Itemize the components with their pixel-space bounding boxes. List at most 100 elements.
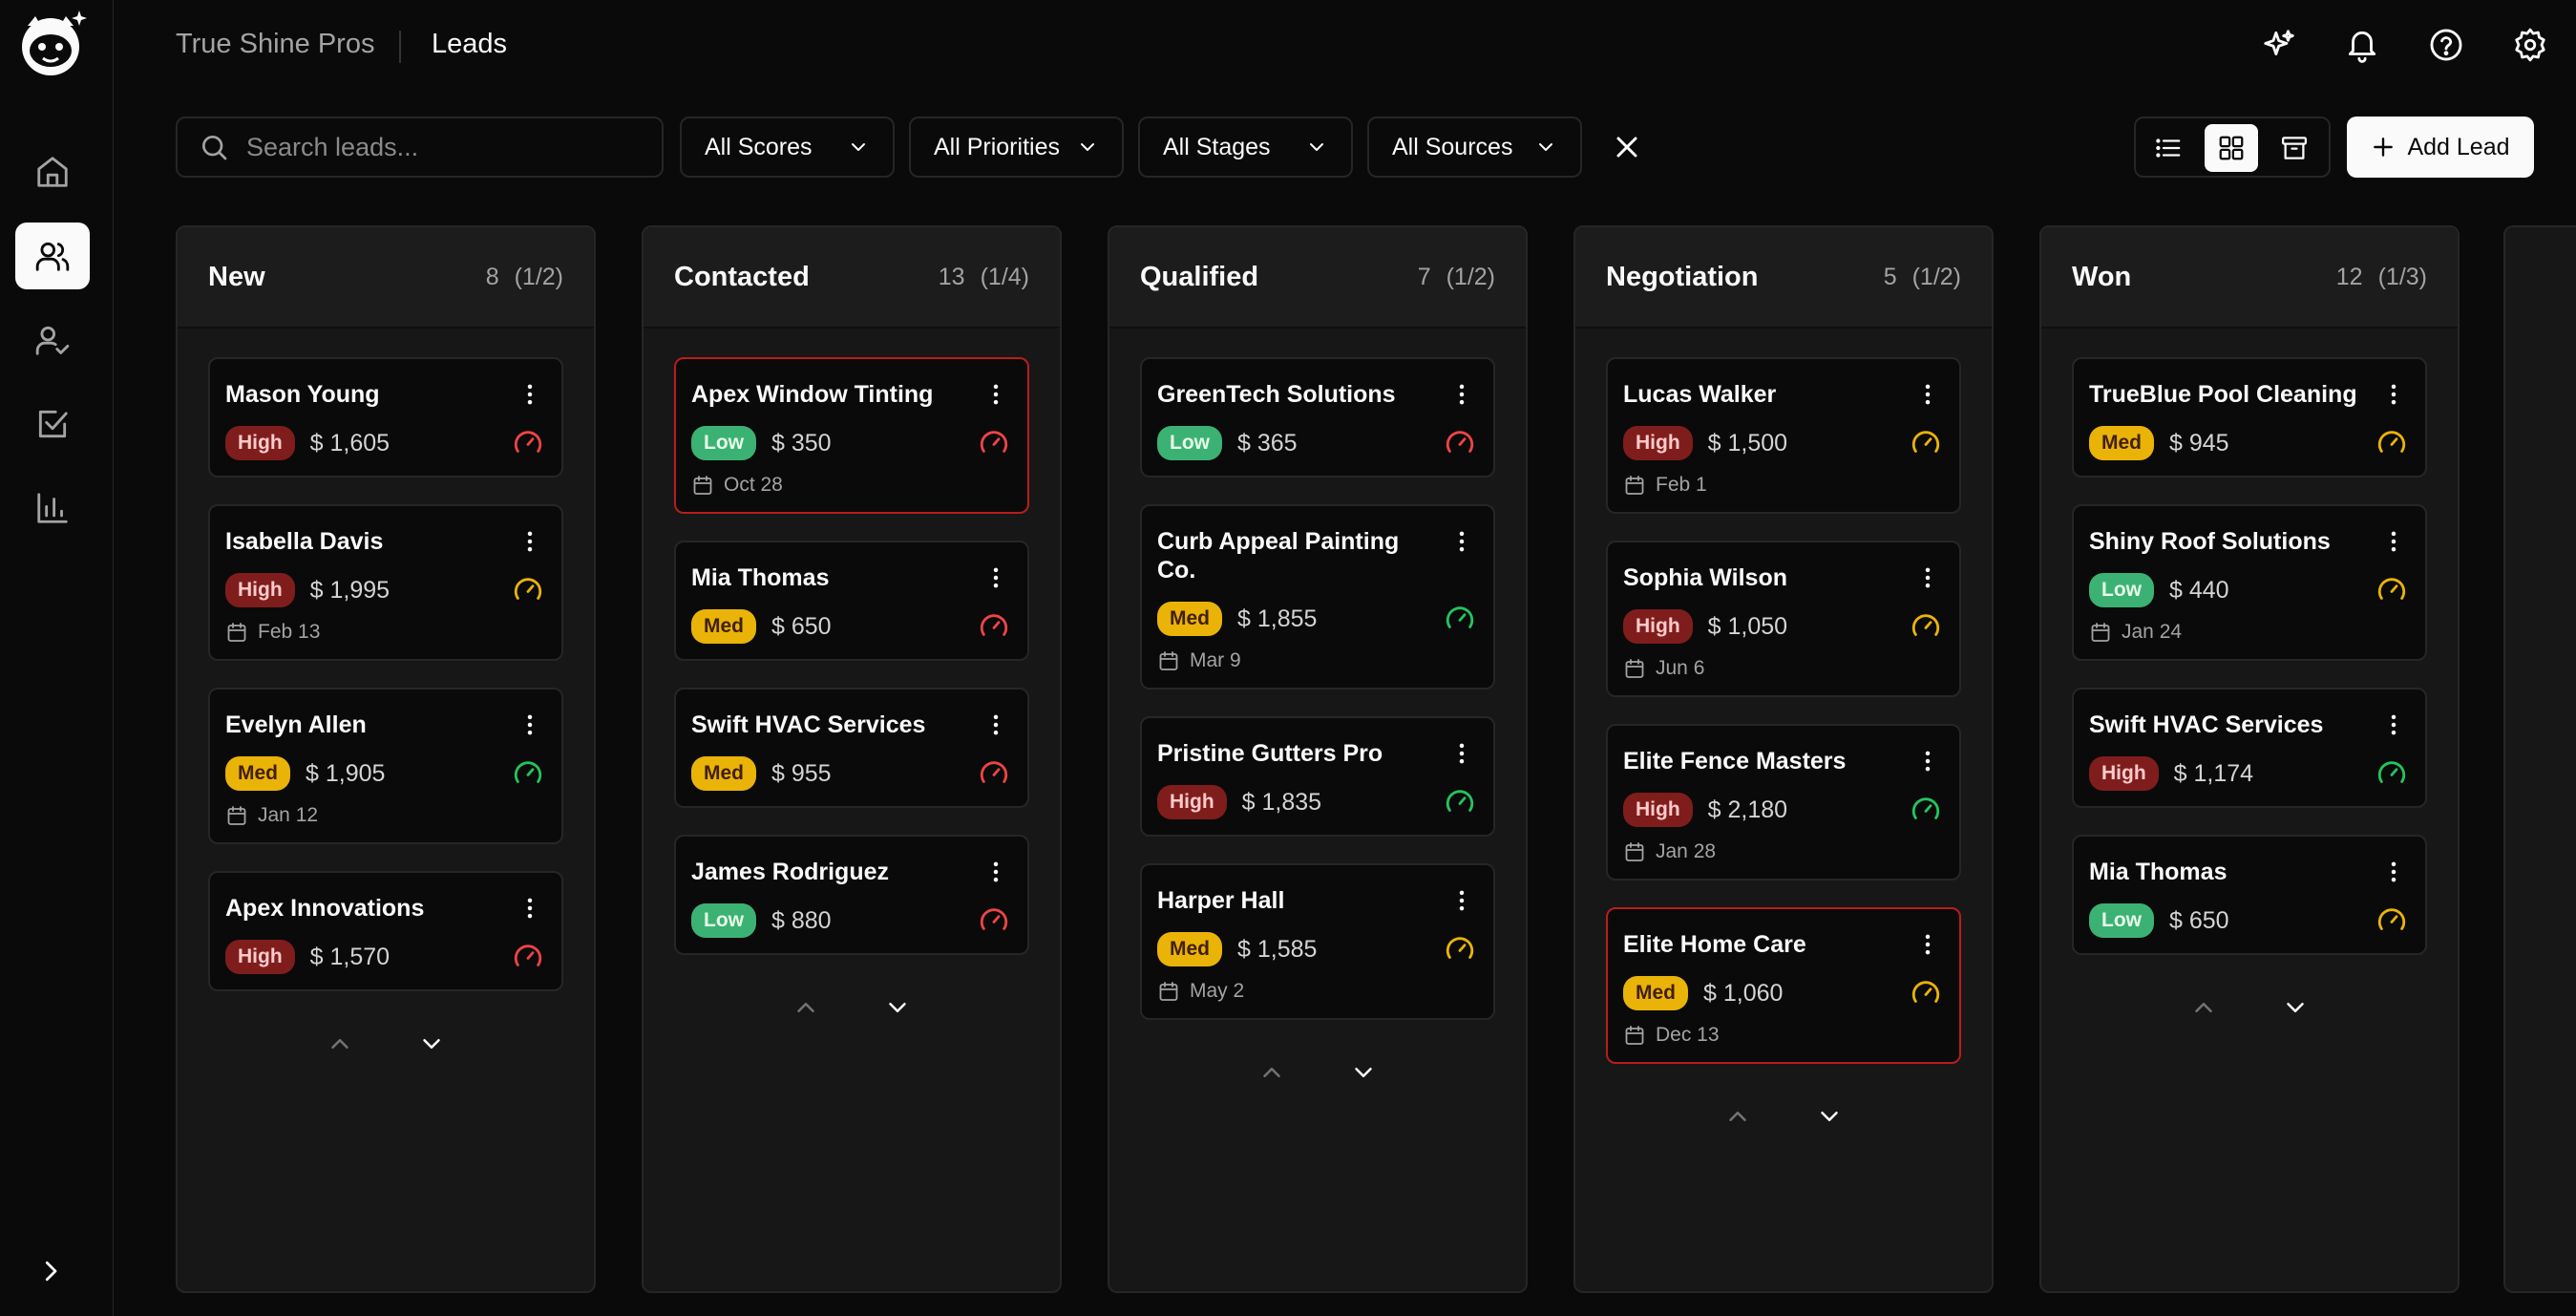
chevron-right-icon[interactable] xyxy=(36,1257,65,1285)
filter-stages[interactable]: All Stages xyxy=(1138,117,1353,178)
more-options-icon[interactable] xyxy=(982,858,1010,886)
more-options-icon[interactable] xyxy=(516,894,544,923)
help-icon[interactable] xyxy=(2428,27,2464,63)
lead-name: Mia Thomas xyxy=(691,564,830,591)
lead-card[interactable]: Pristine Gutters Pro High $ 1,835 xyxy=(1140,716,1495,837)
more-options-icon[interactable] xyxy=(1447,739,1476,768)
lead-card[interactable]: Swift HVAC Services Med $ 955 xyxy=(674,688,1029,808)
chevron-down-icon xyxy=(889,1003,906,1012)
page-up-button[interactable] xyxy=(1723,1102,1752,1136)
lead-date: Jun 6 xyxy=(1623,657,1942,680)
more-options-icon[interactable] xyxy=(2379,527,2408,556)
settings-gear-icon[interactable] xyxy=(2512,27,2548,63)
nav-reports[interactable] xyxy=(15,475,90,541)
lead-card[interactable]: Elite Fence Masters High $ 2,180 Jan 28 xyxy=(1606,724,1961,881)
lead-value: $ 1,585 xyxy=(1237,935,1318,963)
calendar-icon xyxy=(693,476,712,495)
filter-sources[interactable]: All Sources xyxy=(1367,117,1582,178)
nav-contacts[interactable] xyxy=(15,307,90,373)
list-view-button[interactable] xyxy=(2142,124,2195,172)
lead-card[interactable]: Harper Hall Med $ 1,585 May 2 xyxy=(1140,863,1495,1020)
more-options-icon[interactable] xyxy=(1447,527,1476,556)
more-options-icon[interactable] xyxy=(2379,711,2408,739)
nav-tasks[interactable] xyxy=(15,391,90,457)
lead-card[interactable]: Sophia Wilson High $ 1,050 Jun 6 xyxy=(1606,541,1961,697)
calendar-icon xyxy=(1625,1026,1644,1045)
page-up-button[interactable] xyxy=(326,1029,354,1063)
lead-date: May 2 xyxy=(1157,980,1476,1003)
filter-scores[interactable]: All Scores xyxy=(680,117,895,178)
score-gauge-icon xyxy=(1446,606,1474,628)
chevron-up-icon xyxy=(1263,1068,1280,1077)
lead-card[interactable]: James Rodriguez Low $ 880 xyxy=(674,835,1029,955)
lead-card[interactable]: Mason Young High $ 1,605 xyxy=(208,357,563,478)
app-logo[interactable] xyxy=(14,5,91,81)
org-name[interactable]: True Shine Pros xyxy=(176,29,374,60)
page-down-button[interactable] xyxy=(1815,1102,1844,1136)
chevron-down-icon xyxy=(1355,1068,1372,1077)
more-options-icon[interactable] xyxy=(516,527,544,556)
more-options-icon[interactable] xyxy=(982,563,1010,592)
more-options-icon[interactable] xyxy=(1913,747,1942,775)
filter-priorities[interactable]: All Priorities xyxy=(909,117,1124,178)
more-options-icon[interactable] xyxy=(516,711,544,739)
lead-card[interactable]: Swift HVAC Services High $ 1,174 xyxy=(2072,688,2427,808)
lead-date: Feb 13 xyxy=(225,621,544,644)
lead-count: 12 xyxy=(2335,263,2363,290)
column-count: 13 (1/4) xyxy=(939,264,1029,291)
score-gauge-icon xyxy=(2377,908,2406,930)
lead-card[interactable]: Isabella Davis High $ 1,995 Feb 13 xyxy=(208,504,563,661)
more-options-icon[interactable] xyxy=(982,711,1010,739)
search-box[interactable] xyxy=(176,117,664,178)
bell-icon[interactable] xyxy=(2344,27,2380,63)
more-options-icon[interactable] xyxy=(2379,380,2408,409)
archive-view-button[interactable] xyxy=(2268,124,2321,172)
lead-card[interactable]: Apex Window Tinting Low $ 350 Oct 28 xyxy=(674,357,1029,514)
more-options-icon[interactable] xyxy=(1913,930,1942,959)
page-indicator: (1/2) xyxy=(1911,263,1961,290)
lead-card[interactable]: Mia Thomas Low $ 650 xyxy=(2072,835,2427,955)
page-indicator: (1/2) xyxy=(1446,263,1495,290)
more-options-icon[interactable] xyxy=(1447,886,1476,915)
lead-card[interactable]: Lucas Walker High $ 1,500 Feb 1 xyxy=(1606,357,1961,514)
lead-card[interactable]: TrueBlue Pool Cleaning Med $ 945 xyxy=(2072,357,2427,478)
page-up-button[interactable] xyxy=(1257,1058,1286,1092)
nav-home[interactable] xyxy=(15,138,90,205)
page-indicator: (1/3) xyxy=(2377,263,2427,290)
page-down-button[interactable] xyxy=(883,993,912,1027)
page-up-button[interactable] xyxy=(792,993,820,1027)
more-options-icon[interactable] xyxy=(982,380,1010,409)
more-options-icon[interactable] xyxy=(1913,380,1942,409)
page-down-button[interactable] xyxy=(2281,993,2310,1027)
lead-name: Evelyn Allen xyxy=(225,711,367,738)
priority-badge: High xyxy=(225,573,295,607)
clear-filters-close-icon[interactable] xyxy=(1610,130,1644,164)
lead-name: Mason Young xyxy=(225,381,380,408)
lead-card[interactable]: GreenTech Solutions Low $ 365 xyxy=(1140,357,1495,478)
more-options-icon[interactable] xyxy=(2379,858,2408,886)
lead-name: Curb Appeal Painting Co. xyxy=(1157,528,1400,584)
lead-card[interactable]: Mia Thomas Med $ 650 xyxy=(674,541,1029,661)
nav-leads[interactable] xyxy=(15,223,90,289)
page-down-button[interactable] xyxy=(1349,1058,1378,1092)
score-gauge-icon xyxy=(2377,578,2406,600)
lead-card[interactable]: Apex Innovations High $ 1,570 xyxy=(208,871,563,991)
board-view-button[interactable] xyxy=(2205,124,2258,172)
lead-card[interactable]: Elite Home Care Med $ 1,060 Dec 13 xyxy=(1606,907,1961,1064)
more-options-icon[interactable] xyxy=(1913,563,1942,592)
lead-card[interactable]: Curb Appeal Painting Co. Med $ 1,855 Mar… xyxy=(1140,504,1495,690)
chevron-down-icon xyxy=(423,1039,440,1049)
page-down-button[interactable] xyxy=(417,1029,446,1063)
chevron-down-icon xyxy=(852,143,865,151)
breadcrumb-separator xyxy=(399,31,401,63)
search-input[interactable] xyxy=(246,132,647,162)
column-count: 8 (1/2) xyxy=(486,264,563,291)
page-up-button[interactable] xyxy=(2189,993,2218,1027)
lead-count: 13 xyxy=(938,263,965,290)
lead-card[interactable]: Evelyn Allen Med $ 1,905 Jan 12 xyxy=(208,688,563,844)
more-options-icon[interactable] xyxy=(1447,380,1476,409)
more-options-icon[interactable] xyxy=(516,380,544,409)
lead-card[interactable]: Shiny Roof Solutions Low $ 440 Jan 24 xyxy=(2072,504,2427,661)
add-lead-button[interactable]: Add Lead xyxy=(2347,117,2534,178)
sparkles-icon[interactable] xyxy=(2261,27,2297,63)
